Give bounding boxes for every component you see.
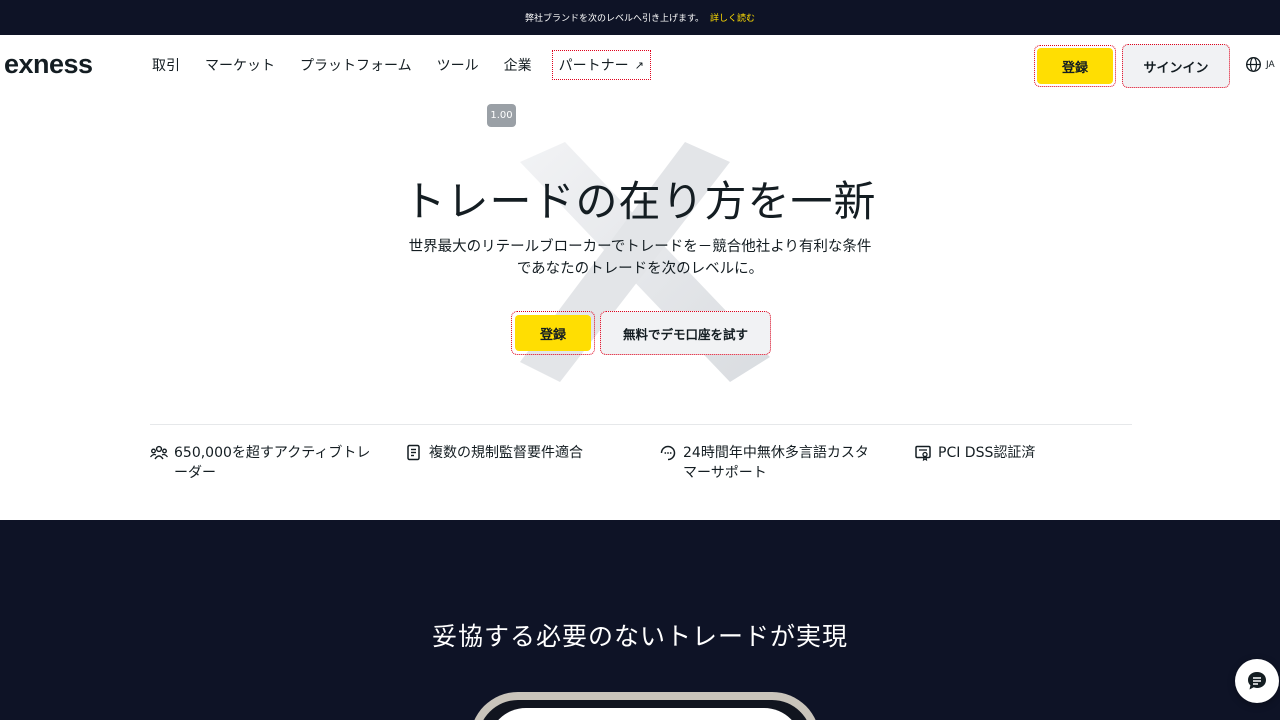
main-nav: exness 取引 マーケット プラットフォーム ツール 企業 パートナー ↗ … (0, 35, 1280, 95)
divider (150, 424, 1132, 425)
hero-register-label: 登録 (515, 315, 591, 351)
hero-subtitle-line1: 世界最大のリテールブローカーでトレードを－競合他社より有利な条件 (408, 239, 872, 255)
feature-pci-dss: PCI DSS認証済 (914, 443, 1114, 463)
hero-register-button[interactable]: 登録 (511, 311, 595, 355)
document-icon (407, 444, 420, 461)
announcement-link[interactable]: 詳しく読む (710, 11, 755, 24)
language-selector[interactable]: JA (1245, 56, 1275, 73)
language-label: JA (1266, 59, 1275, 70)
phone-screen (488, 708, 802, 720)
feature-text: 24時間年中無休多言語カスタマーサポート (683, 445, 869, 481)
feature-text: 複数の規制監督要件適合 (429, 445, 583, 461)
nav-item-platforms[interactable]: プラットフォーム (300, 55, 412, 75)
nav-item-company[interactable]: 企業 (504, 55, 532, 75)
feature-text: 650,000を超すアクティブトレーダー (174, 445, 371, 481)
nav-item-partners[interactable]: パートナー ↗ (551, 50, 651, 80)
zoom-badge: 1.00 (487, 104, 516, 127)
section-title: 妥協する必要のないトレードが実現 (431, 622, 848, 651)
users-icon (150, 445, 168, 460)
header-register-button[interactable]: 登録 (1034, 45, 1116, 87)
external-arrow-icon: ↗ (634, 58, 644, 72)
feature-text: PCI DSS認証済 (938, 445, 1036, 461)
chat-bubble-icon (1248, 672, 1266, 690)
globe-icon (1246, 57, 1261, 72)
signin-button[interactable]: サインイン (1122, 44, 1230, 88)
hero-subtitle: 世界最大のリテールブローカーでトレードを－競合他社より有利な条件 であなたのトレ… (380, 236, 900, 280)
nav-item-trading[interactable]: 取引 (152, 55, 180, 75)
hero-title: トレードの在り方を一新 (403, 177, 877, 226)
hero-subtitle-line2: であなたのトレードを次のレベルに。 (516, 261, 764, 277)
certificate-icon (915, 445, 931, 462)
exness-logo[interactable]: exness (4, 49, 93, 80)
support-icon (660, 445, 676, 461)
feature-regulation: 複数の規制監督要件適合 (405, 443, 635, 463)
phone-mockup (470, 692, 820, 720)
header-register-label: 登録 (1037, 48, 1113, 84)
demo-account-button[interactable]: 無料でデモ口座を試す (600, 311, 771, 355)
nav-item-partners-label: パートナー (558, 58, 629, 74)
feature-active-traders: 650,000を超すアクティブトレーダー (150, 443, 380, 483)
nav-item-markets[interactable]: マーケット (205, 55, 275, 75)
nav-item-tools[interactable]: ツール (437, 55, 479, 75)
feature-support: 24時間年中無休多言語カスタマーサポート (659, 443, 879, 483)
nav-menu: 取引 マーケット プラットフォーム ツール 企業 パートナー ↗ (152, 35, 676, 95)
chat-button[interactable] (1235, 659, 1279, 703)
announcement-bar: 弊社ブランドを次のレベルへ引き上げます。 詳しく読む (0, 0, 1280, 35)
announcement-text: 弊社ブランドを次のレベルへ引き上げます。 (524, 14, 705, 24)
